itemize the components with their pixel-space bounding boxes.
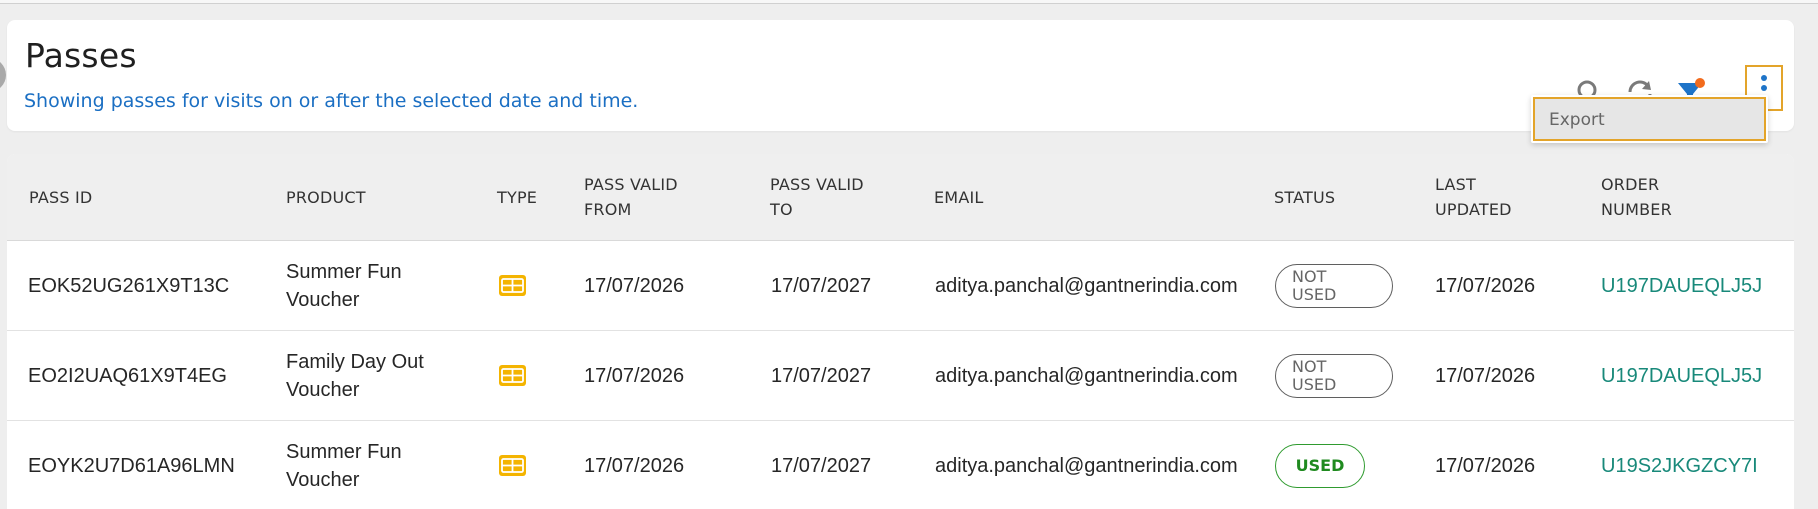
email-cell: aditya.panchal@gantnerindia.com <box>935 274 1238 297</box>
pass-id-cell: EOYK2U7D61A96LMN <box>28 454 235 477</box>
column-header-order-number: ORDER NUMBER <box>1601 175 1672 219</box>
email-cell: aditya.panchal@gantnerindia.com <box>935 364 1238 387</box>
type-cell <box>499 331 526 420</box>
page-subtitle: Showing passes for visits on or after th… <box>24 90 639 112</box>
more-options-menu: Export <box>1531 95 1768 143</box>
last-updated-cell: 17/07/2026 <box>1435 454 1536 477</box>
valid-from-cell: 17/07/2026 <box>584 364 685 387</box>
valid-from-cell: 17/07/2026 <box>584 454 685 477</box>
product-cell: Family Day Out Voucher <box>286 350 424 401</box>
pass-id-cell: EOK52UG261X9T13C <box>28 274 230 297</box>
status-badge: NOT USED <box>1275 263 1393 308</box>
passes-table: PASS ID PRODUCT TYPE PASS VALID FROM PAS… <box>7 154 1794 509</box>
column-header-email: EMAIL <box>934 187 984 207</box>
valid-from-cell: 17/07/2026 <box>584 274 685 297</box>
export-menu-label: Export <box>1549 110 1605 130</box>
status-cell: USED <box>1275 421 1365 509</box>
passes-page: Passes Showing passes for visits on or a… <box>0 0 1818 509</box>
status-badge: USED <box>1275 443 1365 488</box>
status-cell: NOT USED <box>1275 241 1393 330</box>
table-header: PASS ID PRODUCT TYPE PASS VALID FROM PAS… <box>7 154 1794 241</box>
last-updated-cell: 17/07/2026 <box>1435 274 1536 297</box>
product-cell: Summer Fun Voucher <box>286 440 402 491</box>
voucher-ticket-icon <box>499 455 526 476</box>
pass-id-cell: EO2I2UAQ61X9T4EG <box>28 364 227 387</box>
column-header-type: TYPE <box>497 187 538 207</box>
email-cell: aditya.panchal@gantnerindia.com <box>935 454 1238 477</box>
column-header-last-updated: LAST UPDATED <box>1435 175 1512 219</box>
status-badge: NOT USED <box>1275 353 1393 398</box>
export-menu-item[interactable]: Export <box>1533 97 1766 141</box>
order-number-link[interactable]: U197DAUEQLJ5J <box>1601 331 1762 420</box>
column-header-product: PRODUCT <box>286 187 366 207</box>
order-number-link[interactable]: U19S2JKGZCY7I <box>1601 421 1758 509</box>
order-number-link[interactable]: U197DAUEQLJ5J <box>1601 241 1762 330</box>
valid-to-cell: 17/07/2027 <box>771 274 872 297</box>
type-cell <box>499 241 526 330</box>
table-row[interactable]: EOYK2U7D61A96LMN Summer Fun Voucher 17/0… <box>7 421 1794 509</box>
product-cell: Summer Fun Voucher <box>286 260 402 311</box>
type-cell <box>499 421 526 509</box>
voucher-ticket-icon <box>499 275 526 296</box>
column-header-status: STATUS <box>1274 187 1336 207</box>
valid-to-cell: 17/07/2027 <box>771 454 872 477</box>
column-header-pass-id: PASS ID <box>29 187 93 207</box>
table-row[interactable]: EO2I2UAQ61X9T4EG Family Day Out Voucher … <box>7 331 1794 421</box>
status-cell: NOT USED <box>1275 331 1393 420</box>
column-header-valid-from: PASS VALID FROM <box>584 175 678 219</box>
sidebar-toggle-handle[interactable] <box>0 58 6 92</box>
voucher-ticket-icon <box>499 365 526 386</box>
page-title: Passes <box>25 36 137 75</box>
valid-to-cell: 17/07/2027 <box>771 364 872 387</box>
last-updated-cell: 17/07/2026 <box>1435 364 1536 387</box>
table-row[interactable]: EOK52UG261X9T13C Summer Fun Voucher 17/0… <box>7 241 1794 331</box>
column-header-valid-to: PASS VALID TO <box>770 175 864 219</box>
top-strip <box>0 0 1818 4</box>
header-card: Passes Showing passes for visits on or a… <box>7 20 1794 131</box>
